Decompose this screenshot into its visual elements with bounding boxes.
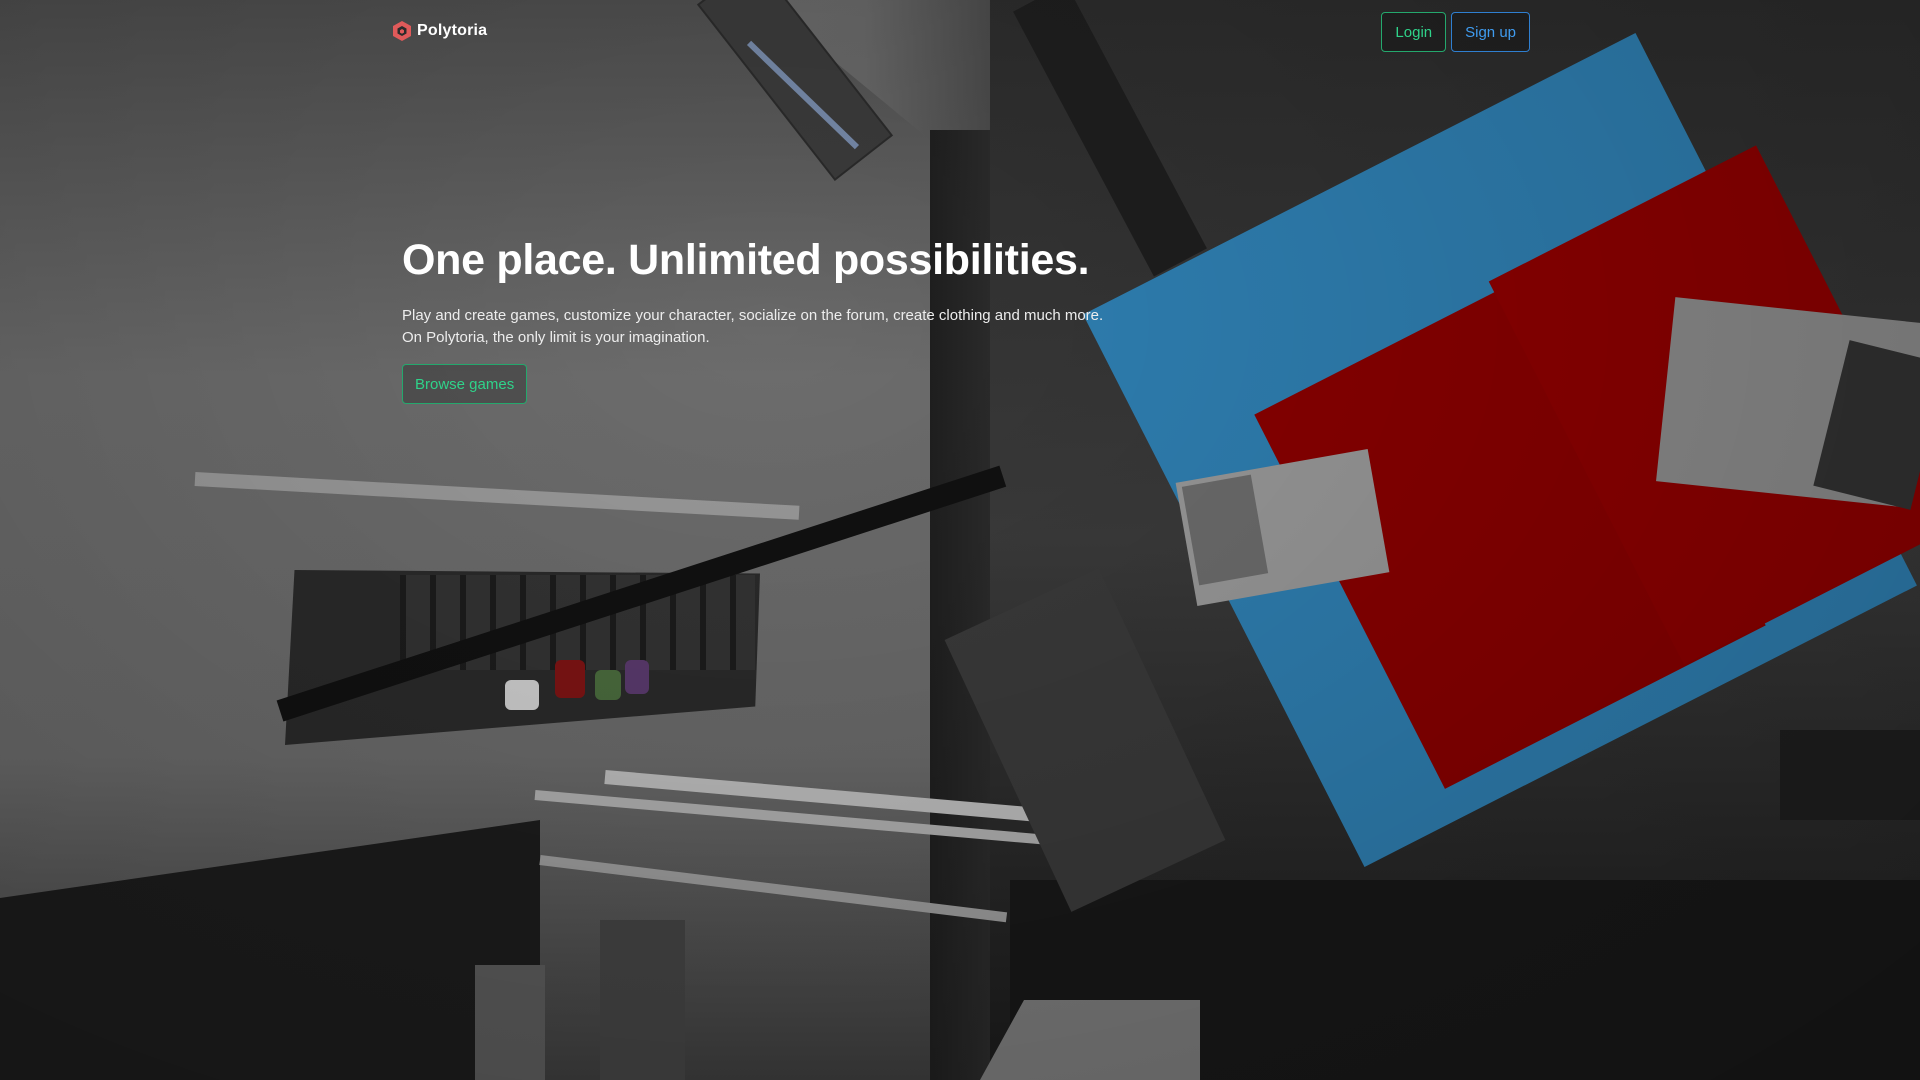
hero-description: Play and create games, customize your ch… <box>402 305 1162 349</box>
hero-description-line-1: Play and create games, customize your ch… <box>402 307 1104 324</box>
brand-name: Polytoria <box>417 22 488 39</box>
signup-button[interactable]: Sign up <box>1451 12 1530 52</box>
polytoria-logo-icon <box>391 20 413 42</box>
brand-home-link[interactable]: Polytoria <box>391 20 487 42</box>
top-navbar: Polytoria Login Sign up <box>0 0 1920 64</box>
hero-title: One place. Unlimited possibilities. <box>402 236 1090 284</box>
login-button[interactable]: Login <box>1381 12 1447 52</box>
hero-background-scene <box>0 0 1920 1080</box>
browse-games-button[interactable]: Browse games <box>402 364 528 404</box>
landing-page: Polytoria Login Sign up One place. Unlim… <box>0 0 1920 1080</box>
hero-description-line-2: On Polytoria, the only limit is your ima… <box>402 329 710 346</box>
hero-section: One place. Unlimited possibilities. Play… <box>402 232 1162 404</box>
auth-actions: Login Sign up <box>1381 12 1530 52</box>
